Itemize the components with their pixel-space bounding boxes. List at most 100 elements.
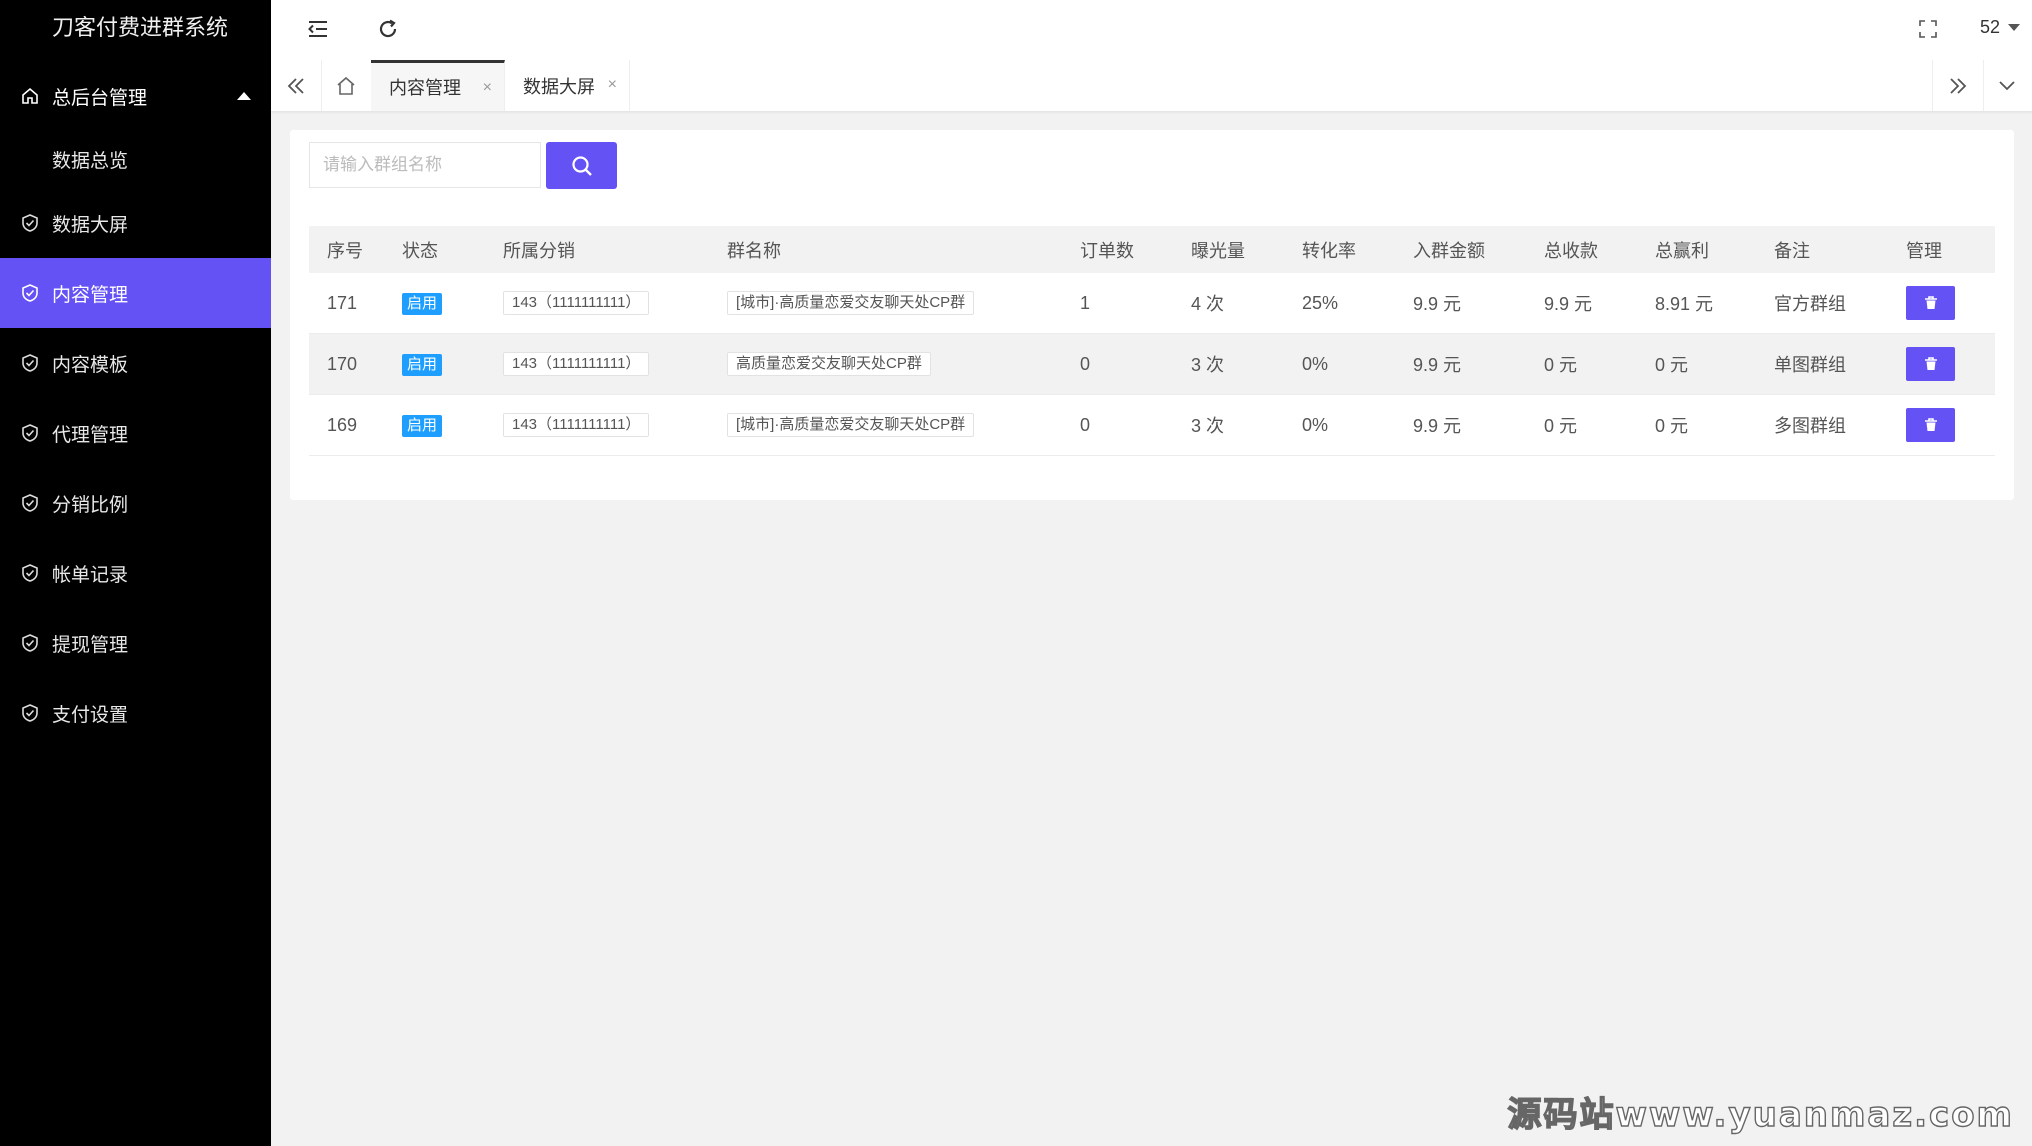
sidebar-item-content[interactable]: 内容管理 (0, 258, 271, 328)
sidebar-item-agent[interactable]: 代理管理 (0, 398, 271, 468)
cell-manage (1888, 394, 1995, 456)
shield-check-icon (22, 704, 38, 722)
home-icon (337, 76, 355, 95)
shield-check-icon (22, 494, 38, 512)
sidebar-item-label: 分销比例 (52, 494, 129, 516)
cell-fee: 9.9 元 (1395, 333, 1526, 395)
sidebar-item-withdraw[interactable]: 提现管理 (0, 608, 271, 678)
header-id: 序号 (309, 226, 384, 273)
cell-income: 0 元 (1526, 333, 1637, 395)
tab-scroll-right-button[interactable] (1932, 60, 1984, 111)
shield-check-icon (22, 214, 38, 232)
search-input[interactable]: 请输入群组名称 (309, 142, 541, 188)
delete-button[interactable] (1906, 347, 1955, 381)
cell-note: 单图群组 (1756, 333, 1888, 395)
sidebar-item-label: 内容模板 (52, 354, 129, 376)
tab-scroll-left-button[interactable] (271, 60, 322, 111)
cell-status: 启用 (384, 273, 485, 334)
cell-conversion: 0% (1284, 394, 1395, 456)
tab-dashboard[interactable]: 数据大屏 × (505, 60, 630, 111)
cell-manage (1888, 273, 1995, 334)
sidebar-item-bills[interactable]: 帐单记录 (0, 538, 271, 608)
chevron-down-icon (1999, 80, 2015, 90)
header-note: 备注 (1756, 226, 1888, 273)
refresh-icon[interactable] (373, 14, 403, 44)
distributor-tag: 143（1111111111） (503, 291, 650, 315)
watermark: 源码站www.yuanmaz.com (1507, 1094, 2014, 1135)
menu-fold-icon[interactable] (303, 14, 333, 44)
tab-menu-button[interactable] (1982, 60, 2032, 111)
tab-label: 数据大屏 (523, 76, 595, 97)
cell-exposure: 3 次 (1173, 333, 1284, 395)
cell-group-name: [城市]·高质量恋爱交友聊天处CP群 (709, 273, 1062, 334)
sidebar-item-label: 代理管理 (52, 424, 129, 446)
sidebar-item-label: 数据大屏 (52, 214, 129, 236)
search-button[interactable] (546, 142, 617, 189)
distributor-tag: 143（1111111111） (503, 413, 650, 437)
cell-group-name: 高质量恋爱交友聊天处CP群 (709, 333, 1062, 395)
sidebar-group-admin[interactable]: 总后台管理 (0, 56, 271, 136)
fullscreen-icon[interactable] (1913, 14, 1943, 44)
sidebar-item-overview[interactable]: 数据总览 (0, 136, 271, 188)
sidebar-item-label: 内容管理 (52, 284, 129, 306)
cell-status: 启用 (384, 394, 485, 456)
content-panel: 请输入群组名称 序号 状态 所属分销 群名称 订单数 曝光量 转化率 入群金额 … (290, 130, 2014, 500)
cell-exposure: 3 次 (1173, 394, 1284, 456)
tab-bar: 内容管理 × 数据大屏 × (271, 60, 2032, 112)
sidebar-item-dashboard[interactable]: 数据大屏 (0, 188, 271, 258)
status-badge: 启用 (402, 414, 443, 437)
cell-group-name: [城市]·高质量恋爱交友聊天处CP群 (709, 394, 1062, 456)
trash-icon (1924, 418, 1937, 431)
status-badge: 启用 (402, 292, 443, 315)
delete-button[interactable] (1906, 286, 1955, 320)
distributor-tag: 143（1111111111） (503, 352, 650, 376)
header-exposure: 曝光量 (1173, 226, 1284, 273)
header-distributor: 所属分销 (485, 226, 709, 273)
group-name-tag: 高质量恋爱交友聊天处CP群 (727, 352, 931, 376)
sidebar-item-payment[interactable]: 支付设置 (0, 678, 271, 748)
app-title: 刀客付费进群系统 (52, 15, 229, 40)
shield-check-icon (22, 284, 38, 302)
double-chevron-left-icon (287, 77, 304, 94)
tab-home[interactable] (321, 60, 372, 111)
group-name-tag: [城市]·高质量恋爱交友聊天处CP群 (727, 291, 975, 315)
shield-check-icon (22, 564, 38, 582)
cell-profit: 0 元 (1637, 333, 1756, 395)
cell-status: 启用 (384, 333, 485, 395)
delete-button[interactable] (1906, 408, 1955, 442)
trash-icon (1924, 296, 1937, 309)
user-name: 52 (1979, 17, 2000, 37)
table-row: 170 启用 143（1111111111） 高质量恋爱交友聊天处CP群 0 3… (309, 333, 1995, 395)
cell-distributor: 143（1111111111） (485, 273, 709, 334)
cell-distributor: 143（1111111111） (485, 333, 709, 395)
header-status: 状态 (384, 226, 485, 273)
cell-fee: 9.9 元 (1395, 273, 1526, 334)
cell-manage (1888, 333, 1995, 395)
sidebar-item-template[interactable]: 内容模板 (0, 328, 271, 398)
cell-distributor: 143（1111111111） (485, 394, 709, 456)
table-row: 171 启用 143（1111111111） [城市]·高质量恋爱交友聊天处CP… (309, 273, 1995, 334)
cell-id: 171 (309, 273, 384, 334)
header-group-name: 群名称 (709, 226, 1062, 273)
cell-id: 169 (309, 394, 384, 456)
cell-exposure: 4 次 (1173, 273, 1284, 334)
sidebar-item-ratio[interactable]: 分销比例 (0, 468, 271, 538)
header-conversion: 转化率 (1284, 226, 1395, 273)
cell-income: 0 元 (1526, 394, 1637, 456)
cell-conversion: 25% (1284, 273, 1395, 334)
cell-orders: 0 (1062, 333, 1173, 395)
top-bar: 52 (271, 0, 2032, 61)
caret-up-icon (237, 92, 251, 100)
tab-content-management[interactable]: 内容管理 × (371, 60, 505, 111)
sidebar-group-label: 总后台管理 (52, 87, 148, 109)
header-profit: 总赢利 (1637, 226, 1756, 273)
cell-fee: 9.9 元 (1395, 394, 1526, 456)
close-icon[interactable]: × (483, 79, 492, 97)
close-icon[interactable]: × (608, 76, 617, 94)
sidebar-item-label: 支付设置 (52, 704, 129, 726)
table-row: 169 启用 143（1111111111） [城市]·高质量恋爱交友聊天处CP… (309, 394, 1995, 456)
cell-note: 多图群组 (1756, 394, 1888, 456)
cell-orders: 0 (1062, 394, 1173, 456)
tab-label: 内容管理 (389, 78, 461, 98)
user-menu[interactable]: 52 (1980, 17, 2020, 38)
